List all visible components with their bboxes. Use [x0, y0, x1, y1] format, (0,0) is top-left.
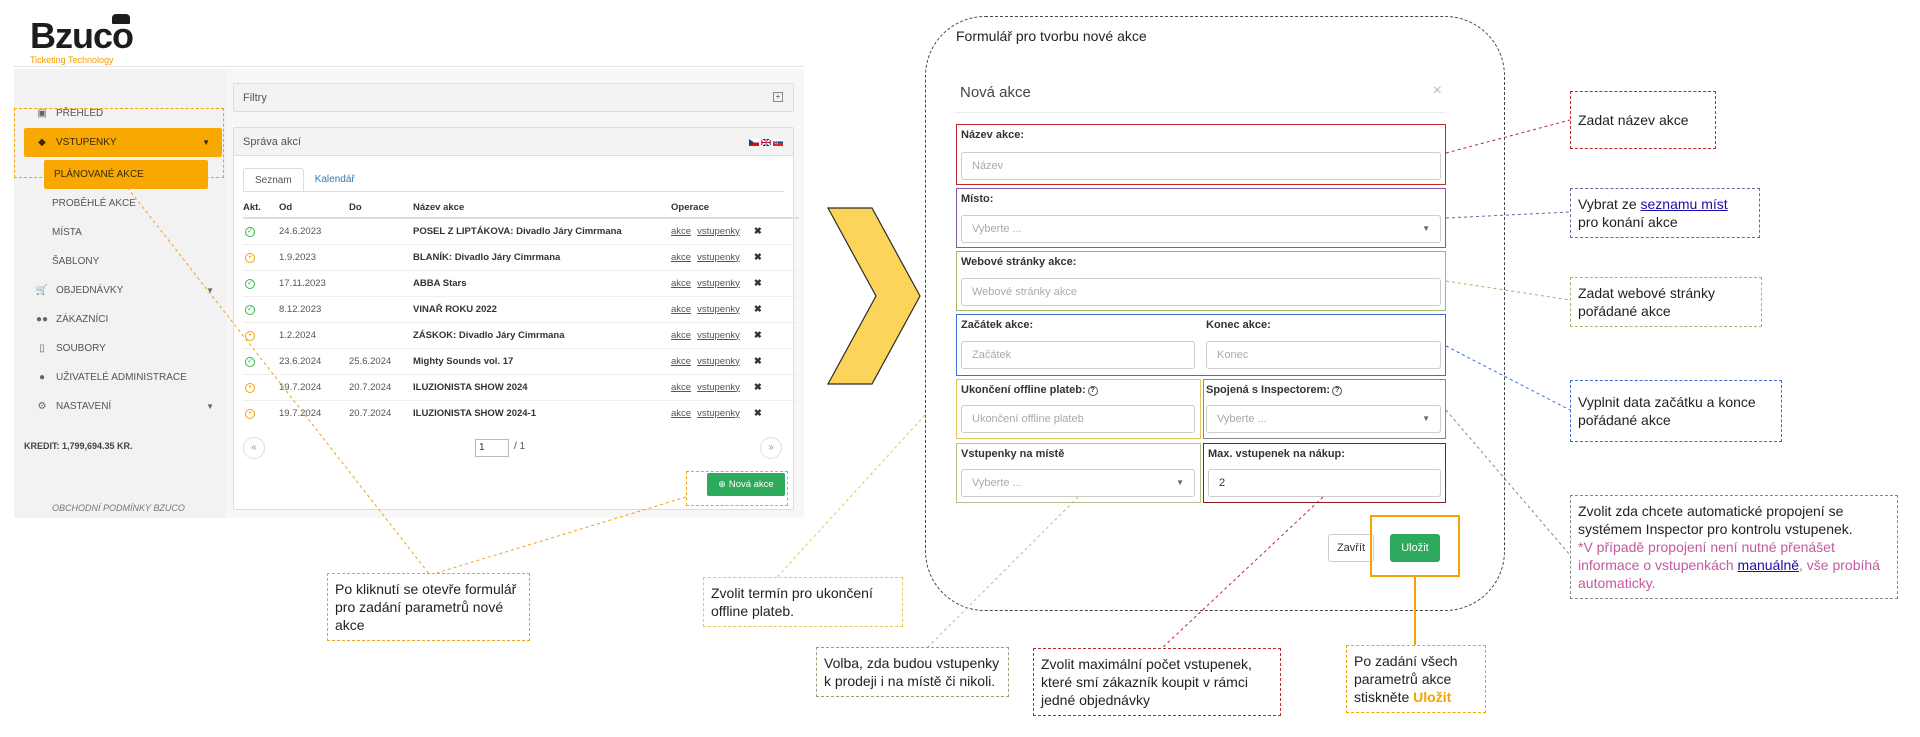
manual-link[interactable]: manuálně — [1738, 557, 1800, 573]
note-offline-term: Zvolit termín pro ukončení offline plate… — [703, 577, 903, 627]
note-place-text-2: pro konání akce — [1578, 214, 1678, 230]
note-inspector: Zvolit zda chcete automatické propojení … — [1570, 495, 1898, 599]
note-inspector-footnote: *V případě propojení není nutné přenášet… — [1578, 539, 1880, 591]
note-place-text: Vybrat ze — [1578, 196, 1637, 212]
note-max-tickets: Zvolit maximální počet vstupenek, které … — [1033, 648, 1281, 716]
note-save: Po zadání všech parametrů akce stiskněte… — [1346, 645, 1486, 713]
note-name: Zadat název akce — [1570, 91, 1716, 149]
places-list-link[interactable]: seznamu míst — [1641, 196, 1728, 212]
note-place: Vybrat ze seznamu míst pro konání akce — [1570, 188, 1760, 238]
note-save-highlight: Uložit — [1413, 689, 1452, 705]
note-onsite: Volba, zda budou vstupenky k prodeji i n… — [816, 647, 1009, 697]
note-inspector-text: Zvolit zda chcete automatické propojení … — [1578, 503, 1853, 537]
note-web: Zadat webové stránky pořádané akce — [1570, 277, 1762, 327]
note-click-open: Po kliknutí se otevře formulář pro zadán… — [327, 573, 530, 641]
note-dates: Vyplnit data začátku a konce pořádané ak… — [1570, 380, 1782, 442]
